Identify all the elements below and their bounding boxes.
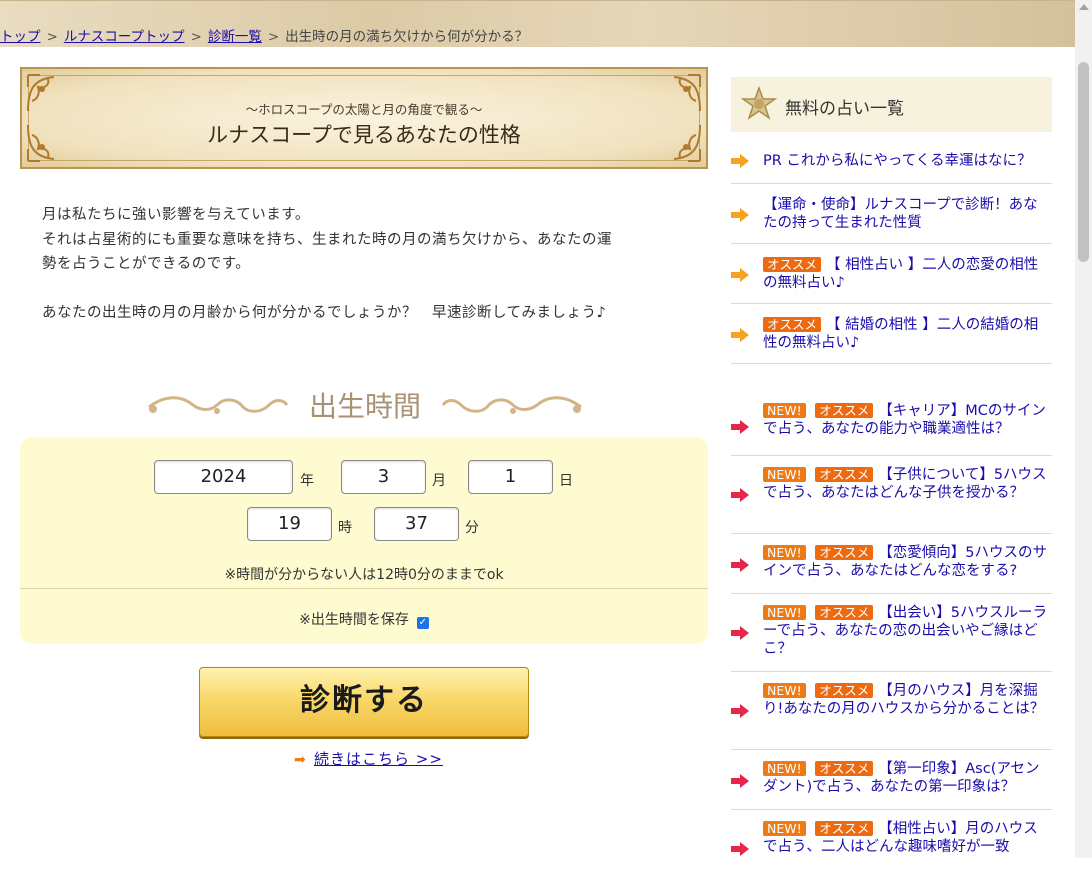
breadcrumb-separator: > — [46, 29, 58, 45]
list-item-link[interactable]: NEW! オススメ 【第一印象】Asc(アセンダント)で占う、あなたの第一印象は？ — [763, 760, 1048, 796]
hour-input[interactable]: 19 — [247, 507, 332, 541]
scroll-up-arrow-icon[interactable] — [1079, 4, 1089, 10]
new-badge: NEW! — [763, 761, 806, 776]
breadcrumb-separator: > — [190, 29, 202, 45]
month-input[interactable]: 3 — [341, 460, 426, 494]
star-icon — [741, 86, 777, 120]
flourish-right-icon — [441, 396, 582, 414]
intro-text: 月は私たちに強い影響を与えています。 それは占星術的にも重要な意味を持ち、生まれ… — [42, 203, 697, 326]
save-birth-time-label: ※出生時間を保存 — [299, 612, 409, 628]
list-item[interactable]: 【運命・使命】ルナスコープで診断！あなたの持って生まれた性質 — [731, 184, 1052, 244]
arrow-right-icon — [731, 774, 749, 788]
list-item-link[interactable]: NEW! オススメ 【子供について】5ハウスで占う、あなたはどんな子供を授かる？ — [763, 466, 1048, 502]
hour-unit-label: 時 — [338, 520, 352, 536]
save-birth-time-checkbox[interactable]: ✓ — [416, 617, 429, 629]
title-banner: 〜ホロスコープの太陽と月の角度で観る〜 ルナスコープで見るあなたの性格 — [20, 67, 708, 169]
list-item[interactable]: NEW! オススメ 【キャリア】MCのサインで占う、あなたの能力や職業適性は？ — [731, 396, 1052, 456]
header-bar: トップ > ルナスコープトップ > 診断一覧 > 出生時の月の満ち欠けから何が分かる？ — [0, 0, 1075, 47]
recommend-badge: オススメ — [815, 605, 874, 620]
new-badge: NEW! — [763, 545, 806, 560]
breadcrumb-current: 出生時の月の満ち欠けから何が分かる？ — [285, 29, 529, 45]
breadcrumb-top-link[interactable]: トップ — [0, 29, 41, 45]
section-heading: 出生時間 — [145, 385, 585, 425]
breadcrumb-separator: > — [267, 29, 280, 45]
year-input[interactable]: 2024 — [154, 460, 293, 494]
intro-line: それは占星術的にも重要な意味を持ち、生まれた時の月の満ち欠けから、あなたの運 — [42, 231, 612, 248]
intro-line: 勢を占うことができるのです。 — [42, 256, 251, 272]
list-item-link[interactable]: NEW! オススメ 【出会い】5ハウスルーラーで占う、あなたの恋の出会いやご縁はど… — [763, 604, 1048, 658]
intro-line: 月は私たちに強い影響を与えています。 — [42, 207, 310, 223]
new-badge: NEW! — [763, 821, 806, 836]
recommend-badge: オススメ — [815, 545, 874, 560]
banner-subtitle: 〜ホロスコープの太陽と月の角度で観る〜 — [245, 102, 483, 117]
arrow-right-icon — [731, 154, 749, 168]
arrow-right-icon — [731, 268, 749, 282]
read-more-row: ➡ 続きはこちら >> — [294, 748, 443, 769]
breadcrumb-list-link[interactable]: 診断一覧 — [208, 29, 262, 45]
arrow-right-icon: ➡ — [294, 752, 306, 768]
day-unit-label: 日 — [559, 473, 573, 489]
list-item-link[interactable]: NEW! オススメ 【月のハウス】月を深掘り!あなたの月のハウスから分かることは？ — [763, 682, 1048, 718]
minute-unit-label: 分 — [465, 520, 479, 536]
list-item[interactable]: NEW! オススメ 【出会い】5ハウスルーラーで占う、あなたの恋の出会いやご縁はど… — [731, 594, 1052, 672]
recommend-badge: オススメ — [815, 761, 874, 776]
arrow-right-icon — [731, 842, 749, 856]
day-input[interactable]: 1 — [468, 460, 553, 494]
list-item[interactable]: PR これから私にやってくる幸運はなに？ — [731, 140, 1052, 184]
list-gap — [731, 364, 1052, 396]
new-badge: NEW! — [763, 403, 806, 418]
birth-time-form: 2024 年 3 月 1 日 19 時 37 分 ※時間が分からない人は12時0… — [20, 437, 708, 644]
list-item[interactable]: オススメ【 結婚の相性 】二人の結婚の相性の無料占い♪ — [731, 304, 1052, 364]
list-item[interactable]: NEW! オススメ 【月のハウス】月を深掘り!あなたの月のハウスから分かることは？ — [731, 672, 1052, 750]
list-item[interactable]: NEW! オススメ 【相性占い】月のハウスで占う、二人はどんな趣味嗜好が一致 — [731, 810, 1052, 870]
read-more-link[interactable]: 続きはこちら >> — [314, 750, 443, 768]
fortune-list: PR これから私にやってくる幸運はなに？ 【運命・使命】ルナスコープで診断！あな… — [731, 140, 1052, 870]
arrow-right-icon — [731, 558, 749, 572]
divider — [20, 588, 708, 589]
month-unit-label: 月 — [432, 473, 446, 489]
list-item-link[interactable]: NEW! オススメ 【恋愛傾向】5ハウスのサインで占う、あなたはどんな恋をする? — [763, 544, 1048, 580]
recommend-badge: オススメ — [815, 403, 874, 418]
scrollbar[interactable] — [1075, 0, 1092, 858]
arrow-right-icon — [731, 328, 749, 342]
list-item-link[interactable]: PR これから私にやってくる幸運はなに？ — [763, 152, 1048, 170]
new-badge: NEW! — [763, 467, 806, 482]
time-note: ※時間が分からない人は12時0分のままでok — [224, 567, 504, 583]
breadcrumb-lunascope-link[interactable]: ルナスコープトップ — [64, 29, 185, 45]
arrow-right-icon — [731, 626, 749, 640]
breadcrumb: トップ > ルナスコープトップ > 診断一覧 > 出生時の月の満ち欠けから何が分かる？ — [0, 25, 528, 45]
recommend-badge: オススメ — [815, 821, 874, 836]
save-birth-time-row: ※出生時間を保存 ✓ — [20, 609, 708, 629]
new-badge: NEW! — [763, 605, 806, 620]
list-item-link[interactable]: オススメ【 相性占い 】二人の恋愛の相性の無料占い♪ — [763, 256, 1048, 292]
list-item[interactable]: オススメ【 相性占い 】二人の恋愛の相性の無料占い♪ — [731, 244, 1052, 304]
recommend-badge: オススメ — [763, 317, 822, 332]
list-item-link[interactable]: 【運命・使命】ルナスコープで診断！あなたの持って生まれた性質 — [763, 196, 1048, 232]
sidebar-header: 無料の占い一覧 — [731, 77, 1052, 132]
recommend-badge: オススメ — [815, 683, 874, 698]
list-item-link[interactable]: オススメ【 結婚の相性 】二人の結婚の相性の無料占い♪ — [763, 316, 1048, 352]
intro-spacer — [42, 277, 697, 302]
arrow-right-icon — [731, 704, 749, 718]
list-item[interactable]: NEW! オススメ 【第一印象】Asc(アセンダント)で占う、あなたの第一印象は？ — [731, 750, 1052, 810]
year-unit-label: 年 — [300, 473, 314, 489]
arrow-right-icon — [731, 488, 749, 502]
list-item-link[interactable]: NEW! オススメ 【相性占い】月のハウスで占う、二人はどんな趣味嗜好が一致 — [763, 820, 1048, 856]
recommend-badge: オススメ — [815, 467, 874, 482]
sidebar-title: 無料の占い一覧 — [785, 99, 904, 119]
arrow-right-icon — [731, 208, 749, 222]
intro-line: あなたの出生時の月の月齢から何が分かるでしょうか？ 早速診断してみましょう♪ — [42, 305, 607, 321]
page-title: ルナスコープで見るあなたの性格 — [207, 123, 521, 147]
recommend-badge: オススメ — [763, 257, 822, 272]
scrollbar-thumb[interactable] — [1078, 62, 1089, 262]
list-item[interactable]: NEW! オススメ 【恋愛傾向】5ハウスのサインで占う、あなたはどんな恋をする? — [731, 534, 1052, 594]
list-item-link[interactable]: NEW! オススメ 【キャリア】MCのサインで占う、あなたの能力や職業適性は？ — [763, 402, 1048, 438]
arrow-right-icon — [731, 420, 749, 434]
minute-input[interactable]: 37 — [374, 507, 459, 541]
diagnose-button[interactable]: 診断する — [199, 667, 529, 737]
new-badge: NEW! — [763, 683, 806, 698]
list-item[interactable]: NEW! オススメ 【子供について】5ハウスで占う、あなたはどんな子供を授かる？ — [731, 456, 1052, 534]
